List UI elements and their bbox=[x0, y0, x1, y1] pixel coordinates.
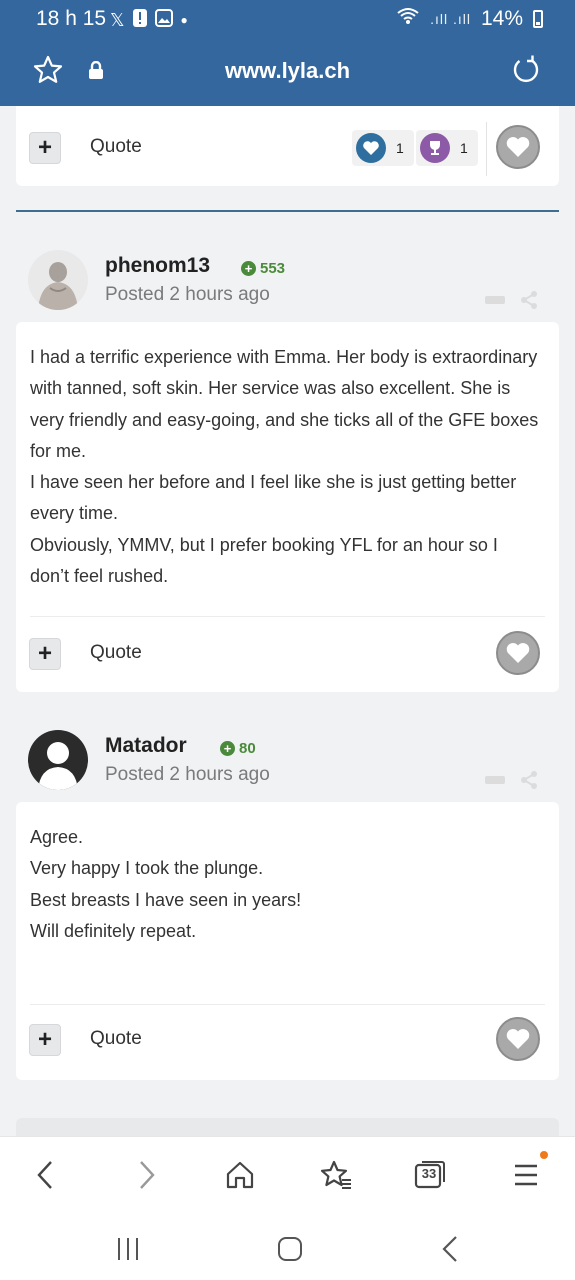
post-body: Agree. Very happy I took the plunge. Bes… bbox=[16, 802, 559, 1080]
menu-button[interactable] bbox=[506, 1155, 546, 1195]
browser-header: 18 h 15 𝕏 ● .ıll .ıll 14% www.lyla.ch bbox=[0, 0, 575, 106]
separator bbox=[486, 122, 487, 176]
reaction-count: 1 bbox=[460, 140, 468, 156]
signal-icon: .ıll .ıll bbox=[430, 11, 471, 27]
previous-post-footer: + Quote 1 1 bbox=[16, 106, 559, 186]
like-heart-button[interactable] bbox=[496, 1017, 540, 1061]
post-paragraph: I have seen her before and I feel like s… bbox=[30, 472, 517, 524]
like-heart-button[interactable] bbox=[496, 631, 540, 675]
reaction-heart-badge[interactable]: 1 bbox=[352, 130, 414, 166]
trophy-reaction-icon bbox=[420, 133, 450, 163]
post-text: Agree. Very happy I took the plunge. Bes… bbox=[30, 822, 540, 947]
share-icon[interactable] bbox=[519, 770, 539, 790]
post-actions bbox=[485, 770, 539, 790]
report-icon[interactable] bbox=[485, 776, 505, 784]
post-header: phenom13 + 553 Posted 2 hours ago bbox=[16, 230, 559, 330]
tabs-button[interactable]: 33 bbox=[410, 1155, 450, 1195]
wifi-icon bbox=[396, 7, 420, 31]
post-paragraph: Will definitely repeat. bbox=[30, 920, 197, 941]
notification-dot bbox=[540, 1151, 548, 1159]
avatar[interactable] bbox=[28, 730, 88, 790]
battery-icon bbox=[533, 10, 543, 28]
battery-percent: 14% bbox=[480, 7, 523, 30]
heart-icon bbox=[506, 137, 530, 157]
post-paragraph: Best breasts I have seen in years! bbox=[30, 889, 302, 910]
username[interactable]: Matador bbox=[105, 734, 187, 758]
url-text[interactable]: www.lyla.ch bbox=[0, 58, 575, 84]
system-nav-bar bbox=[0, 1218, 575, 1280]
plus-circle-icon: + bbox=[241, 261, 256, 276]
chevron-right-icon bbox=[140, 1161, 155, 1189]
avatar[interactable] bbox=[28, 250, 88, 310]
post-time[interactable]: Posted 2 hours ago bbox=[105, 764, 270, 786]
recents-icon bbox=[118, 1238, 138, 1260]
home-square-icon bbox=[278, 1237, 302, 1261]
tab-count: 33 bbox=[421, 1166, 437, 1181]
heart-icon bbox=[506, 643, 530, 663]
reaction-count: 1 bbox=[396, 140, 404, 156]
back-chevron-icon bbox=[442, 1236, 457, 1262]
home-nav-button[interactable] bbox=[270, 1232, 310, 1266]
x-app-icon: 𝕏 bbox=[110, 10, 125, 30]
post-paragraph: I had a terrific experience with Emma. H… bbox=[30, 347, 539, 461]
back-button[interactable] bbox=[26, 1155, 66, 1195]
post-body: I had a terrific experience with Emma. H… bbox=[16, 322, 559, 692]
quote-button[interactable]: Quote bbox=[90, 642, 142, 664]
post-time[interactable]: Posted 2 hours ago bbox=[105, 284, 270, 306]
heart-reaction-icon bbox=[356, 133, 386, 163]
post-paragraph: Obviously, YMMV, but I prefer booking YF… bbox=[30, 534, 498, 587]
post-paragraph: Agree. bbox=[30, 827, 84, 847]
separator bbox=[30, 616, 545, 617]
status-notification-icons: 𝕏 ● bbox=[110, 9, 188, 31]
url-bar: www.lyla.ch bbox=[0, 44, 575, 98]
forward-button[interactable] bbox=[126, 1155, 166, 1195]
like-heart-button[interactable] bbox=[496, 125, 540, 169]
points-value: 80 bbox=[239, 740, 256, 757]
back-nav-button[interactable] bbox=[430, 1232, 470, 1266]
plus-circle-icon: + bbox=[220, 741, 235, 756]
post-actions bbox=[485, 290, 539, 310]
heart-icon bbox=[506, 1029, 530, 1049]
quote-button[interactable]: Quote bbox=[90, 136, 142, 158]
thread-content: + Quote 1 1 phenom13 + 553 Posted 2 hour… bbox=[0, 106, 575, 1136]
next-post-peek bbox=[16, 1118, 559, 1136]
alert-icon bbox=[132, 9, 147, 31]
bookmarks-button[interactable] bbox=[316, 1155, 356, 1195]
multiquote-plus-button[interactable]: + bbox=[29, 132, 61, 164]
reload-icon[interactable] bbox=[510, 54, 542, 86]
home-icon bbox=[226, 1161, 254, 1189]
post-text: I had a terrific experience with Emma. H… bbox=[30, 342, 540, 592]
browser-toolbar: 33 bbox=[0, 1136, 575, 1218]
report-icon[interactable] bbox=[485, 296, 505, 304]
user-points: + 553 bbox=[241, 260, 285, 277]
recent-apps-button[interactable] bbox=[108, 1232, 148, 1266]
separator bbox=[30, 1004, 545, 1005]
home-button[interactable] bbox=[220, 1155, 260, 1195]
multiquote-plus-button[interactable]: + bbox=[29, 1024, 61, 1056]
status-time: 18 h 15 bbox=[36, 7, 107, 30]
username[interactable]: phenom13 bbox=[105, 254, 210, 278]
gallery-icon bbox=[154, 9, 173, 31]
user-points: + 80 bbox=[220, 740, 256, 757]
chevron-left-icon bbox=[37, 1161, 52, 1189]
share-icon[interactable] bbox=[519, 290, 539, 310]
quote-button[interactable]: Quote bbox=[90, 1028, 142, 1050]
post-paragraph: Very happy I took the plunge. bbox=[30, 858, 264, 879]
bookmarks-star-icon bbox=[320, 1160, 351, 1189]
post-header: Matador + 80 Posted 2 hours ago bbox=[16, 710, 559, 810]
points-value: 553 bbox=[260, 260, 286, 277]
status-bar: 18 h 15 𝕏 ● .ıll .ıll 14% bbox=[0, 0, 575, 40]
reaction-trophy-badge[interactable]: 1 bbox=[416, 130, 478, 166]
hamburger-menu-icon bbox=[515, 1164, 537, 1186]
status-right: .ıll .ıll 14% bbox=[396, 7, 543, 31]
thread-divider bbox=[16, 210, 559, 212]
dot-icon: ● bbox=[180, 13, 188, 27]
multiquote-plus-button[interactable]: + bbox=[29, 638, 61, 670]
